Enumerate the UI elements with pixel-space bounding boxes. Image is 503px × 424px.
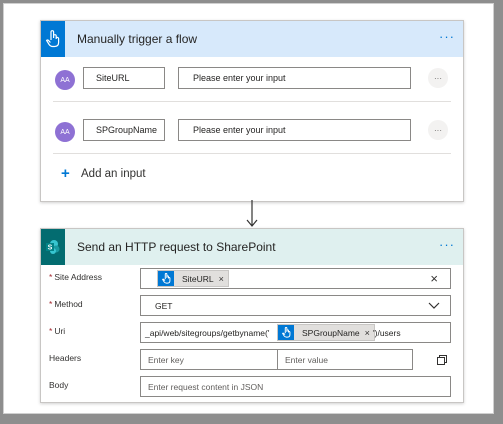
input-key-field[interactable]: SiteURL	[83, 67, 165, 89]
headers-row: Enter key Enter value	[140, 349, 460, 370]
input-key-field[interactable]: SPGroupName	[83, 119, 165, 141]
plus-icon: +	[61, 165, 70, 182]
add-input-button[interactable]: + Add an input	[61, 165, 146, 182]
headers-label: Headers	[49, 353, 82, 363]
svg-text:S: S	[48, 245, 53, 252]
body-input[interactable]: Enter request content in JSON	[140, 376, 451, 397]
method-label: * Method	[49, 299, 83, 309]
site-address-label: * Site Address	[49, 272, 102, 282]
copy-icon[interactable]	[436, 354, 448, 366]
hand-touch-icon	[158, 271, 174, 286]
remove-token-icon[interactable]: ×	[219, 274, 224, 284]
input-value-field[interactable]: Please enter your input	[178, 67, 411, 89]
token-label: SiteURL	[182, 273, 214, 284]
add-input-label: Add an input	[81, 167, 146, 180]
trigger-title: Manually trigger a flow	[77, 32, 198, 46]
remove-token-icon[interactable]: ×	[365, 328, 370, 338]
row-divider	[53, 153, 451, 154]
input-more-button[interactable]: ···	[428, 68, 448, 88]
sharepoint-icon: S	[41, 229, 65, 265]
flow-canvas: Manually trigger a flow ··· AA SiteURL P…	[3, 3, 494, 414]
action-more-button[interactable]: ···	[439, 237, 455, 252]
uri-suffix: ')/users	[373, 328, 401, 338]
text-input-avatar: AA	[55, 122, 75, 142]
body-label: Body	[49, 380, 69, 390]
header-key-input[interactable]: Enter key	[140, 349, 278, 370]
text-input-avatar: AA	[55, 70, 75, 90]
action-card: S Send an HTTP request to SharePoint ···…	[40, 228, 464, 403]
trigger-header[interactable]: Manually trigger a flow ···	[41, 21, 463, 57]
uri-label: * Uri	[49, 326, 65, 336]
trigger-card: Manually trigger a flow ··· AA SiteURL P…	[40, 20, 464, 202]
hand-touch-icon	[278, 325, 294, 340]
arrow-down-icon	[246, 200, 258, 227]
method-value: GET	[155, 301, 173, 311]
uri-prefix: _api/web/sitegroups/getbyname('	[145, 328, 270, 338]
trigger-more-button[interactable]: ···	[439, 29, 455, 44]
input-row-spgroupname: AA SPGroupName Please enter your input ·…	[41, 111, 463, 159]
required-marker: *	[49, 326, 53, 336]
row-divider	[53, 101, 451, 102]
method-select[interactable]: GET	[140, 295, 451, 316]
site-address-field[interactable]: SiteURL × ×	[140, 268, 451, 289]
required-marker: *	[49, 272, 53, 282]
action-title: Send an HTTP request to SharePoint	[77, 240, 276, 254]
method-label-text: Method	[54, 299, 83, 309]
siteurl-token[interactable]: SiteURL ×	[157, 270, 229, 287]
chevron-down-icon	[428, 302, 440, 309]
clear-icon[interactable]: ×	[430, 271, 438, 286]
required-marker: *	[49, 299, 53, 309]
header-value-input[interactable]: Enter value	[277, 349, 413, 370]
uri-label-text: Uri	[54, 326, 66, 336]
input-more-button[interactable]: ···	[428, 120, 448, 140]
input-row-siteurl: AA SiteURL Please enter your input ···	[41, 59, 463, 107]
action-header[interactable]: S Send an HTTP request to SharePoint ···	[41, 229, 463, 265]
site-address-label-text: Site Address	[54, 272, 103, 282]
hand-touch-icon	[41, 21, 65, 57]
input-value-field[interactable]: Please enter your input	[178, 119, 411, 141]
body-placeholder: Enter request content in JSON	[148, 382, 264, 392]
token-label: SPGroupName	[302, 327, 360, 338]
uri-field[interactable]: _api/web/sitegroups/getbyname(' SPGroupN…	[140, 322, 451, 343]
spgroupname-token[interactable]: SPGroupName ×	[277, 324, 375, 341]
